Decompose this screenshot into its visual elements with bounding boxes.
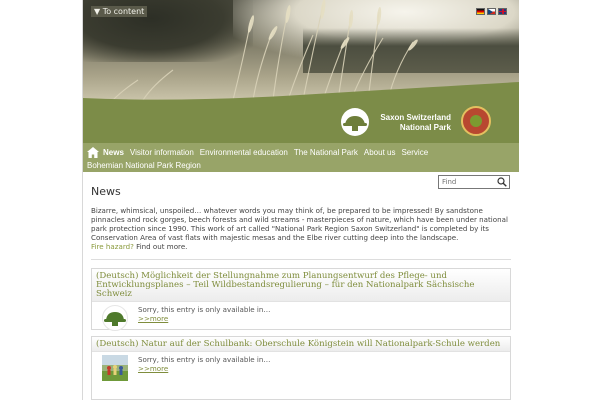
nav-item-service[interactable]: Service (401, 148, 428, 157)
language-switcher (476, 8, 507, 15)
fire-hazard-line: Fire hazard? Find out more. (91, 242, 187, 251)
park-logo-icon[interactable] (341, 108, 369, 136)
news-entry: (Deutsch) Möglichkeit der Stellungnahme … (91, 268, 511, 331)
find-out-more-text: Find out more. (133, 242, 188, 251)
search-box (438, 175, 510, 189)
search-input[interactable] (440, 176, 496, 188)
park-region-seal-icon (461, 106, 491, 136)
nav-item-environmental-education[interactable]: Environmental education (200, 148, 288, 157)
search-icon[interactable] (497, 177, 507, 187)
news-entry-header: (Deutsch) Natur auf der Schulbank: Obers… (92, 337, 510, 352)
news-entry-excerpt: Sorry, this entry is only available in… (138, 355, 271, 364)
nav-item-news[interactable]: News (103, 148, 124, 157)
news-entry: (Deutsch) Natur auf der Schulbank: Obers… (91, 336, 511, 400)
nav-item-visitor-information[interactable]: Visitor information (130, 148, 194, 157)
read-more-link[interactable]: >>more (138, 314, 271, 323)
news-entry-title[interactable]: (Deutsch) Möglichkeit der Stellungnahme … (96, 272, 506, 299)
org-name: Saxon Switzerland National Park (380, 113, 451, 132)
banner-curve (83, 82, 519, 102)
home-icon[interactable] (87, 146, 99, 158)
page-container: ▼ To content Saxon Switzerland National … (82, 0, 519, 400)
nav-item-about-us[interactable]: About us (364, 148, 396, 157)
news-entry-header: (Deutsch) Möglichkeit der Stellungnahme … (92, 269, 510, 302)
nav-item-bohemian-national-park-region[interactable]: Bohemian National Park Region (87, 161, 201, 170)
english-flag-icon[interactable] (498, 8, 507, 15)
news-entry-excerpt: Sorry, this entry is only available in… (138, 305, 271, 314)
park-logo-thumbnail-icon[interactable] (102, 305, 128, 331)
intro-text: Bizarre, whimsical, unspoiled… whatever … (91, 206, 508, 242)
main-content: News Bizarre, whimsical, unspoiled… what… (83, 172, 519, 400)
page-title: News (91, 185, 121, 198)
czech-flag-icon[interactable] (487, 8, 496, 15)
german-flag-icon[interactable] (476, 8, 485, 15)
read-more-link[interactable]: >>more (138, 364, 271, 373)
nav-item-the-national-park[interactable]: The National Park (294, 148, 358, 157)
divider (91, 259, 511, 260)
banner (83, 100, 519, 143)
fire-hazard-link[interactable]: Fire hazard? (91, 242, 134, 251)
news-entry-title[interactable]: (Deutsch) Natur auf der Schulbank: Obers… (96, 340, 506, 349)
school-photo-thumbnail-icon[interactable] (102, 355, 128, 381)
main-navigation: News Visitor information Environmental e… (83, 143, 519, 172)
skip-to-content-link[interactable]: ▼ To content (91, 6, 148, 17)
